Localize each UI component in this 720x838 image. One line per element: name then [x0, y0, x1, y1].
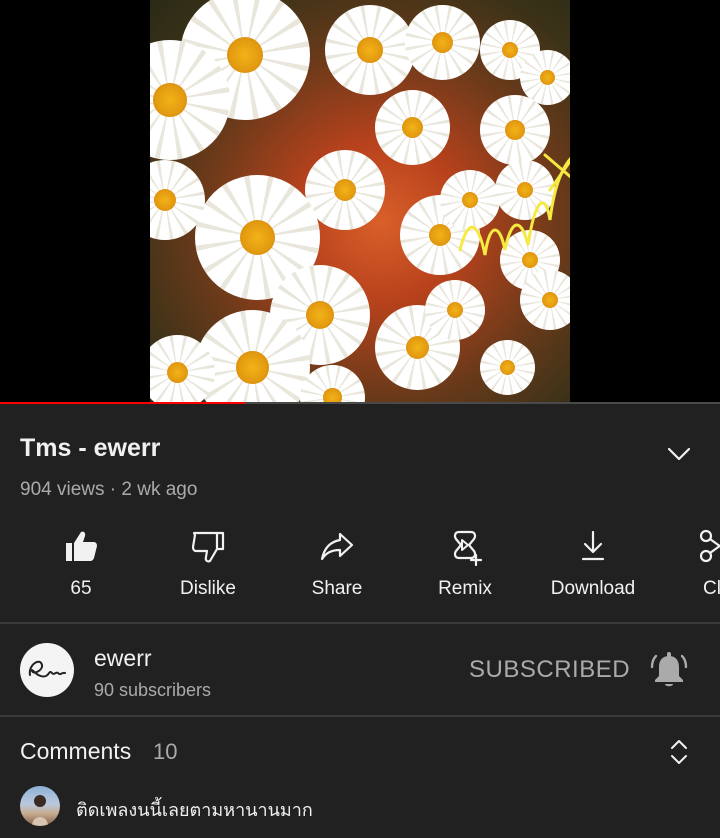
clip-icon [699, 529, 720, 563]
share-label: Share [311, 578, 363, 599]
yellow-scribble-overlay [458, 153, 570, 256]
action-bar: 65 Dislike Share Remix Download Cl [0, 524, 720, 614]
video-player[interactable] [0, 0, 720, 404]
daisy-image [325, 5, 415, 95]
signature-logo [28, 660, 66, 678]
comments-count: 10 [153, 739, 178, 764]
person-photo [32, 795, 48, 826]
share-button[interactable]: Share [277, 524, 397, 610]
like-count: 65 [70, 578, 92, 599]
share-icon [320, 532, 354, 561]
notification-bell-icon[interactable] [650, 650, 688, 690]
daisy-image [405, 5, 480, 80]
remix-label: Remix [438, 578, 492, 599]
remix-button[interactable]: Remix [405, 524, 525, 610]
chevron-down-icon[interactable] [662, 440, 696, 468]
daisy-image [375, 90, 450, 165]
commenter-avatar[interactable] [20, 786, 60, 826]
like-button[interactable]: 65 [21, 524, 141, 610]
thumbs-up-icon [66, 531, 97, 561]
progress-bar[interactable] [0, 402, 720, 404]
dislike-button[interactable]: Dislike [148, 524, 268, 610]
download-label: Download [550, 578, 636, 599]
expand-comments-icon[interactable] [668, 738, 690, 766]
channel-avatar[interactable] [20, 643, 74, 697]
subscriber-count: 90 subscribers [94, 680, 212, 700]
daisy-image [425, 280, 485, 340]
dislike-label: Dislike [180, 578, 236, 599]
divider [0, 622, 720, 624]
channel-name[interactable]: ewerr [94, 645, 152, 672]
divider [0, 715, 720, 717]
remix-icon [453, 530, 483, 566]
download-icon [581, 530, 605, 561]
clip-button[interactable]: Cl [652, 524, 720, 610]
daisy-image [480, 340, 535, 395]
video-title: Tms - ewerr [20, 434, 161, 462]
comments-title[interactable]: Comments [20, 738, 131, 765]
progress-bar-fill [0, 402, 245, 404]
clip-label: Cl [703, 578, 720, 599]
video-meta: 904 views · 2 wk ago [20, 479, 198, 500]
top-comment-text: ติดเพลงนนี้เลยตามหานานมาก [76, 800, 313, 820]
thumbs-down-icon [191, 531, 225, 563]
subscribed-button[interactable]: SUBSCRIBED [469, 656, 630, 684]
video-thumbnail[interactable] [150, 0, 570, 404]
download-button[interactable]: Download [533, 524, 653, 610]
